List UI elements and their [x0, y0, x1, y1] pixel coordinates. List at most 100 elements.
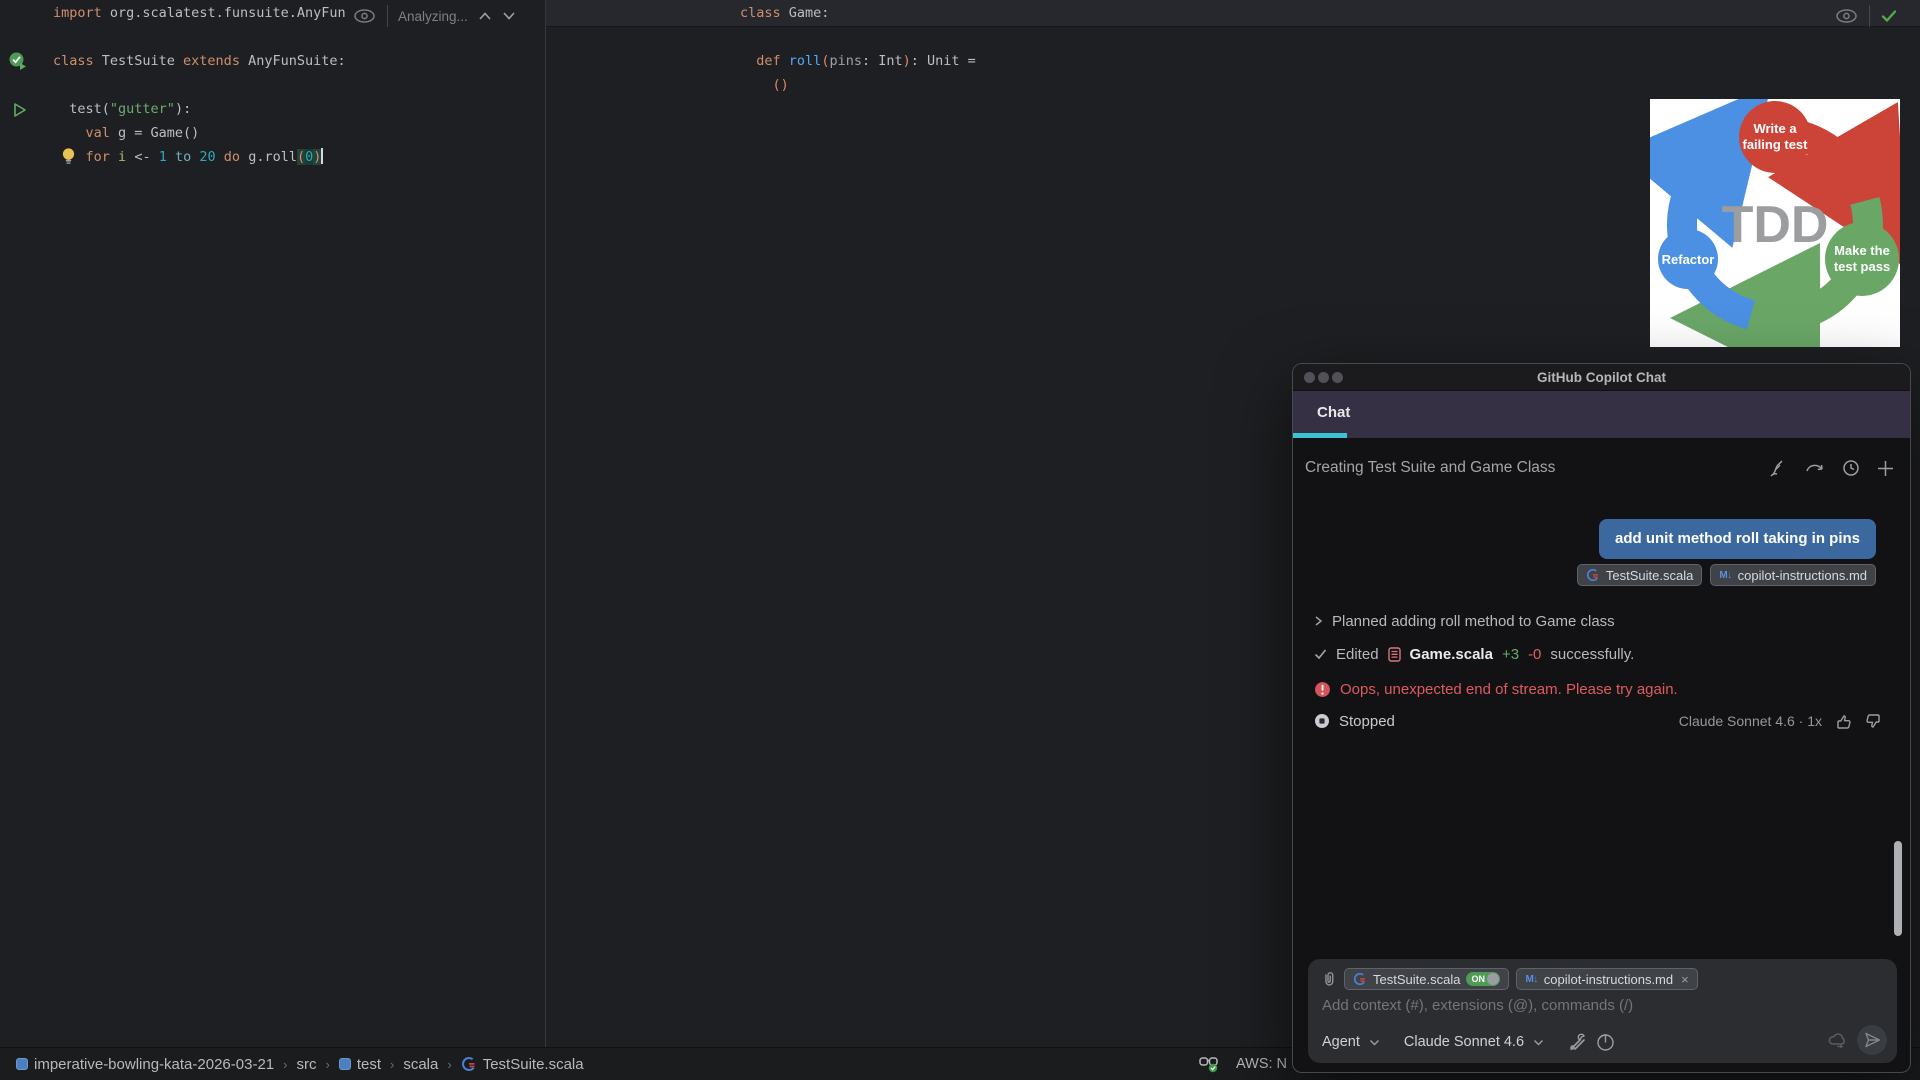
error-text: Oops, unexpected end of stream. Please t… — [1340, 680, 1678, 698]
thumbs-down-icon[interactable] — [1865, 713, 1882, 730]
input-controls-row: Agent Claude Sonnet 4.6 — [1322, 1029, 1615, 1055]
scrollbar-thumb[interactable] — [1894, 841, 1902, 936]
stopped-text: Stopped — [1339, 712, 1395, 730]
breadcrumb-label: TestSuite.scala — [482, 1055, 584, 1073]
attachment-chip-instructions[interactable]: M↓ copilot-instructions.md × — [1516, 968, 1698, 990]
editor-testsuite[interactable]: import org.scalatest.funsuite.AnyFun cla… — [0, 0, 545, 1047]
zoom-window-button[interactable] — [1332, 372, 1343, 383]
step-error: Oops, unexpected end of stream. Please t… — [1314, 678, 1678, 700]
pen-scribble-icon[interactable] — [1769, 459, 1788, 478]
breadcrumb-separator: › — [325, 1056, 330, 1072]
thread-header: Creating Test Suite and Game Class — [1293, 456, 1910, 480]
edited-filename[interactable]: Game.scala — [1410, 646, 1493, 663]
breadcrumb-src[interactable]: src — [296, 1056, 316, 1073]
chat-titlebar[interactable]: GitHub Copilot Chat — [1293, 364, 1910, 391]
copilot-chat-window: GitHub Copilot Chat Chat Creating Test S… — [1292, 363, 1911, 1073]
test-passed-run-icon[interactable] — [8, 51, 28, 71]
breadcrumb-project[interactable]: imperative-bowling-kata-2026-03-21 — [16, 1056, 274, 1073]
markdown-icon: M↓ — [1525, 973, 1538, 985]
breadcrumb-label: scala — [403, 1055, 439, 1073]
scala-file-icon — [1586, 568, 1600, 582]
lines-added: +3 — [1501, 645, 1520, 663]
attachment-chip-testsuite[interactable]: TestSuite.scala ON — [1344, 968, 1510, 990]
paperclip-icon[interactable] — [1320, 970, 1337, 988]
prev-problem-chevron-up-icon[interactable] — [478, 11, 492, 21]
chat-tabbar: Chat — [1293, 391, 1910, 438]
send-plane-icon — [1864, 1032, 1880, 1048]
widget-divider — [387, 5, 388, 27]
copilot-status-icon[interactable] — [1198, 1055, 1220, 1073]
cloud-send-icon[interactable] — [1827, 1031, 1849, 1049]
step-planned[interactable]: Planned adding roll method to Game class — [1314, 610, 1615, 632]
next-problem-chevron-down-icon[interactable] — [502, 11, 516, 21]
tools-icon[interactable] — [1568, 1033, 1587, 1052]
usage-gauge-icon[interactable] — [1596, 1033, 1615, 1052]
lines-removed: -0 — [1528, 645, 1542, 663]
model-selector[interactable]: Claude Sonnet 4.6 — [1404, 1034, 1524, 1050]
tdd-step2-line2: test pass — [1834, 259, 1890, 274]
inspection-widget-right — [1834, 5, 1898, 27]
chat-window-title: GitHub Copilot Chat — [1537, 370, 1666, 385]
window-controls — [1304, 372, 1343, 383]
breadcrumb-separator: › — [283, 1056, 288, 1072]
run-test-icon[interactable] — [12, 102, 28, 118]
toggle-label: ON — [1471, 974, 1485, 984]
minimize-window-button[interactable] — [1318, 372, 1329, 383]
new-chat-icon[interactable] — [1877, 460, 1894, 477]
user-message-bubble: add unit method roll taking in pins — [1599, 519, 1876, 559]
context-chip-instructions[interactable]: M↓ copilot-instructions.md — [1710, 564, 1876, 586]
mode-selector[interactable]: Agent — [1322, 1034, 1360, 1050]
chevron-down-icon[interactable] — [1533, 1039, 1544, 1046]
remove-attachment-icon[interactable]: × — [1681, 972, 1689, 987]
tdd-step1-line2: failing test — [1742, 137, 1808, 152]
step-stopped: Stopped — [1314, 710, 1395, 732]
step-edited: Edited Game.scala +3 -0 successfully. — [1314, 643, 1634, 665]
eye-icon[interactable] — [1834, 6, 1859, 26]
code-game[interactable]: class Game: def roll(pins: Int): Unit = … — [740, 1, 976, 97]
widget-divider — [1869, 5, 1870, 27]
planned-text: Planned adding roll method to Game class — [1332, 612, 1615, 630]
chat-input-box[interactable]: TestSuite.scala ON M↓ copilot-instructio… — [1308, 959, 1897, 1063]
redo-icon[interactable] — [1805, 461, 1825, 475]
eye-icon[interactable] — [352, 6, 377, 26]
close-window-button[interactable] — [1304, 372, 1315, 383]
breadcrumb-file[interactable]: TestSuite.scala — [461, 1056, 584, 1073]
send-button[interactable] — [1857, 1025, 1887, 1055]
tab-chat[interactable]: Chat — [1317, 391, 1350, 435]
breadcrumb-label: src — [296, 1055, 317, 1073]
breadcrumb: imperative-bowling-kata-2026-03-21 › src… — [16, 1048, 584, 1080]
analysis-status: Analyzing... — [398, 8, 468, 24]
model-usage-label: Claude Sonnet 4.6 · 1x — [1678, 713, 1822, 729]
tdd-step2-line1: Make the — [1834, 243, 1890, 258]
check-icon — [1314, 649, 1327, 660]
inspection-widget-left: Analyzing... — [352, 5, 516, 27]
modified-file-icon — [1387, 646, 1401, 662]
edited-suffix: successfully. — [1550, 645, 1635, 663]
intention-bulb-icon[interactable] — [60, 147, 77, 166]
chip-label: copilot-instructions.md — [1543, 971, 1674, 987]
message-context-chips: TestSuite.scala M↓ copilot-instructions.… — [1576, 564, 1876, 586]
history-icon[interactable] — [1842, 459, 1860, 477]
statusbar-widgets: AWS: N — [1198, 1048, 1287, 1080]
inspections-ok-check-icon[interactable] — [1880, 8, 1898, 24]
error-icon — [1315, 681, 1330, 697]
breadcrumb-scala[interactable]: scala — [403, 1056, 438, 1073]
code-testsuite[interactable]: import org.scalatest.funsuite.AnyFun cla… — [53, 1, 346, 169]
aws-status-label[interactable]: AWS: N — [1236, 1056, 1287, 1072]
breadcrumb-label: test — [356, 1055, 381, 1073]
scala-file-icon — [461, 1057, 476, 1071]
attachment-toggle-on[interactable]: ON — [1466, 972, 1501, 986]
toggle-knob — [1487, 973, 1500, 985]
context-chip-testsuite[interactable]: TestSuite.scala — [1576, 564, 1703, 586]
chevron-right-icon — [1315, 616, 1323, 626]
chevron-down-icon[interactable] — [1369, 1039, 1380, 1046]
breadcrumb-test[interactable]: test — [338, 1055, 381, 1073]
stopped-icon — [1315, 714, 1329, 728]
response-meta: Claude Sonnet 4.6 · 1x — [1679, 710, 1882, 732]
attachment-row: TestSuite.scala ON M↓ copilot-instructio… — [1320, 968, 1698, 990]
scala-file-icon — [1353, 972, 1367, 986]
active-tab-underline — [1293, 433, 1347, 438]
thumbs-up-icon[interactable] — [1835, 713, 1852, 730]
chat-prompt-input[interactable] — [1322, 997, 1862, 1014]
send-controls — [1827, 1025, 1887, 1055]
